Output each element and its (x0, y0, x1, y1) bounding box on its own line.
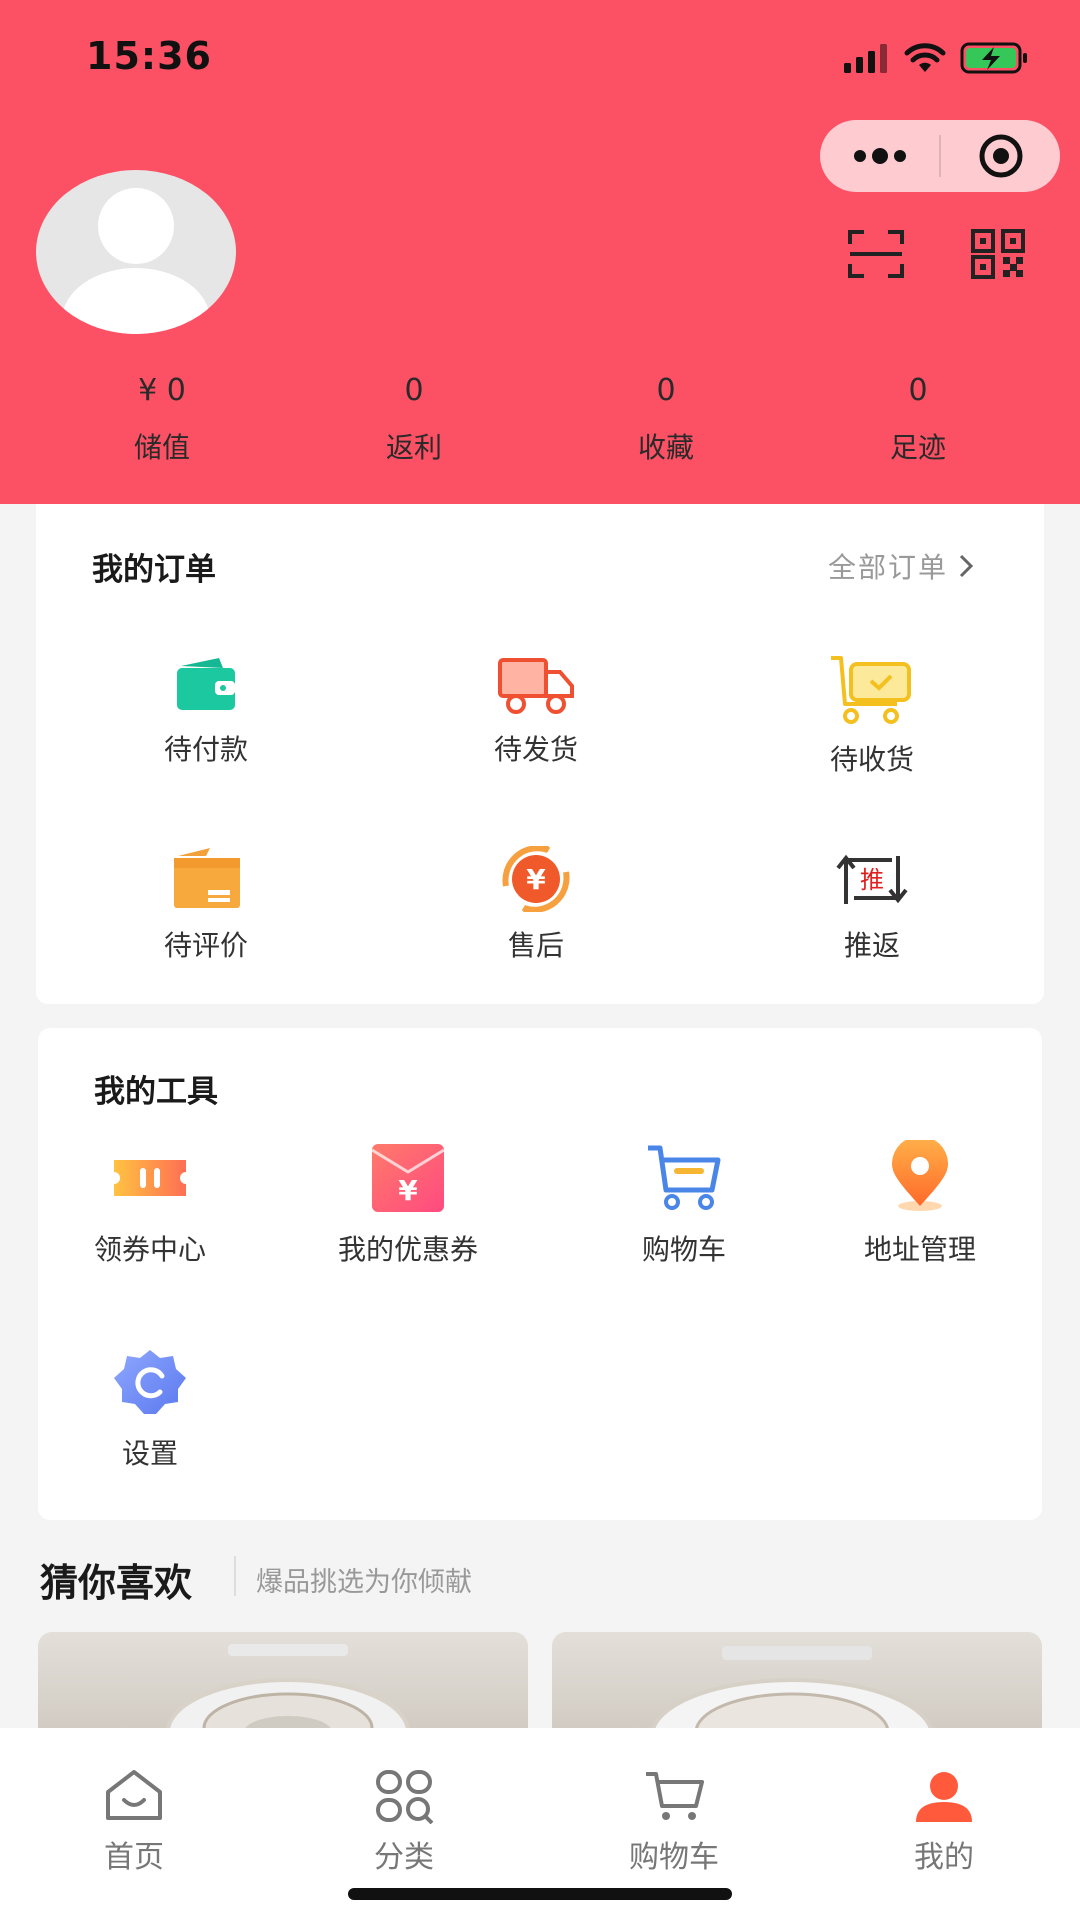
product-image (650, 1646, 934, 1742)
stat-rebate[interactable]: 0 返利 (288, 370, 540, 466)
profile-stats: ¥ 0 储值 0 返利 0 收藏 0 足迹 (0, 370, 1080, 466)
stat-value: 0 (656, 373, 676, 408)
avatar[interactable] (36, 170, 236, 334)
wifi-icon (904, 43, 946, 72)
tab-label: 我的 (914, 1840, 974, 1875)
push-badge: 推 (860, 866, 884, 894)
category-icon (376, 1770, 434, 1825)
order-label: 售后 (507, 929, 564, 962)
status-icons (844, 38, 1030, 78)
status-time: 15:36 (86, 34, 212, 78)
tool-label: 领券中心 (93, 1233, 206, 1266)
order-label: 待评价 (163, 929, 248, 962)
more-button[interactable] (820, 120, 939, 192)
order-push-return[interactable]: 推 推返 (792, 846, 952, 964)
stat-value: 0 (908, 373, 928, 408)
stat-label: 储值 (133, 431, 190, 464)
tab-mine[interactable]: 我的 (864, 1768, 1024, 1876)
stat-favorites[interactable]: 0 收藏 (540, 370, 792, 466)
product-card[interactable] (552, 1632, 1042, 1742)
default-avatar-icon (62, 188, 210, 334)
tool-label: 地址管理 (863, 1233, 976, 1266)
order-pending-shipment[interactable]: 待发货 (456, 654, 616, 768)
order-label: 待收货 (829, 743, 914, 776)
truck-icon (498, 658, 574, 714)
battery-icon (960, 42, 1027, 74)
stat-value: ¥ 0 (138, 373, 186, 408)
recommend-title: 猜你喜欢 (40, 1561, 193, 1605)
tool-label: 我的优惠券 (337, 1233, 478, 1266)
location-pin-icon (892, 1140, 948, 1211)
order-label: 待发货 (493, 733, 578, 766)
stat-history[interactable]: 0 足迹 (792, 370, 1044, 466)
tool-address[interactable]: 地址管理 (830, 1140, 1010, 1268)
stat-label: 返利 (385, 431, 442, 464)
recommend-subtitle: 爆品挑选为你倾献 (256, 1567, 472, 1598)
order-pending-payment[interactable]: 待付款 (126, 654, 286, 768)
order-pending-review[interactable]: 待评价 (126, 846, 286, 964)
product-card[interactable] (38, 1632, 528, 1742)
tab-home[interactable]: 首页 (54, 1768, 214, 1876)
product-image (166, 1644, 410, 1742)
scan-icon[interactable] (846, 228, 906, 280)
order-after-sales[interactable]: ¥ 售后 (456, 846, 616, 964)
more-dots-icon (853, 148, 906, 164)
yen-refresh-icon: ¥ (502, 846, 570, 912)
close-miniprogram-button[interactable] (941, 120, 1060, 192)
user-icon (916, 1772, 972, 1822)
settings-gear-icon (114, 1350, 186, 1414)
wallet-icon (177, 658, 235, 710)
tool-cart[interactable]: 购物车 (594, 1140, 774, 1268)
tool-my-coupons[interactable]: ¥ 我的优惠券 (308, 1140, 508, 1268)
tool-label: 购物车 (641, 1233, 726, 1266)
home-icon (106, 1770, 162, 1820)
package-icon (174, 848, 240, 908)
cart-icon (646, 1772, 704, 1820)
tools-title: 我的工具 (94, 1074, 218, 1110)
tools-card: 我的工具 领券中心 ¥ 我的优惠券 购物车 地址管理 设置 (38, 1028, 1042, 1520)
all-orders-label: 全部订单 (827, 551, 948, 584)
stat-value: 0 (404, 373, 424, 408)
tool-label: 设置 (121, 1437, 178, 1470)
recommend-divider (234, 1556, 236, 1596)
tab-category[interactable]: 分类 (324, 1768, 484, 1876)
orders-title: 我的订单 (92, 552, 216, 588)
stat-label: 收藏 (637, 431, 694, 464)
tab-label: 分类 (374, 1840, 434, 1875)
profile-header: 15:36 ¥ 0 储值 0 返利 0 收藏 0 足迹 (0, 0, 1080, 504)
order-label: 推返 (843, 929, 900, 962)
ticket-icon (114, 1160, 186, 1196)
red-envelope-icon: ¥ (371, 1144, 445, 1212)
chevron-right-icon (959, 554, 974, 578)
envelope-glyph: ¥ (398, 1174, 418, 1207)
order-label: 待付款 (163, 733, 248, 766)
all-orders-link[interactable]: 全部订单 (828, 546, 974, 586)
cart-icon (648, 1145, 721, 1210)
tab-cart[interactable]: 购物车 (594, 1768, 754, 1876)
svg-text:¥: ¥ (526, 863, 546, 896)
tab-label: 购物车 (629, 1840, 719, 1875)
stat-label: 足迹 (889, 431, 946, 464)
delivery-cart-icon (831, 656, 911, 724)
target-circle-icon (979, 134, 1022, 178)
tool-settings[interactable]: 设置 (60, 1344, 240, 1472)
qr-code-icon[interactable] (968, 228, 1028, 280)
tool-coupon-center[interactable]: 领券中心 (60, 1140, 240, 1268)
stat-balance[interactable]: ¥ 0 储值 (36, 370, 288, 466)
miniprogram-capsule (820, 120, 1060, 192)
home-indicator (348, 1888, 732, 1900)
order-pending-receipt[interactable]: 待收货 (792, 654, 952, 778)
orders-card: 我的订单 全部订单 待付款 待发货 待收货 待评价 ¥ 售后 推 推返 (36, 504, 1044, 1004)
push-return-icon: 推 (836, 854, 908, 904)
signal-icon (844, 44, 887, 73)
tab-label: 首页 (104, 1840, 164, 1875)
